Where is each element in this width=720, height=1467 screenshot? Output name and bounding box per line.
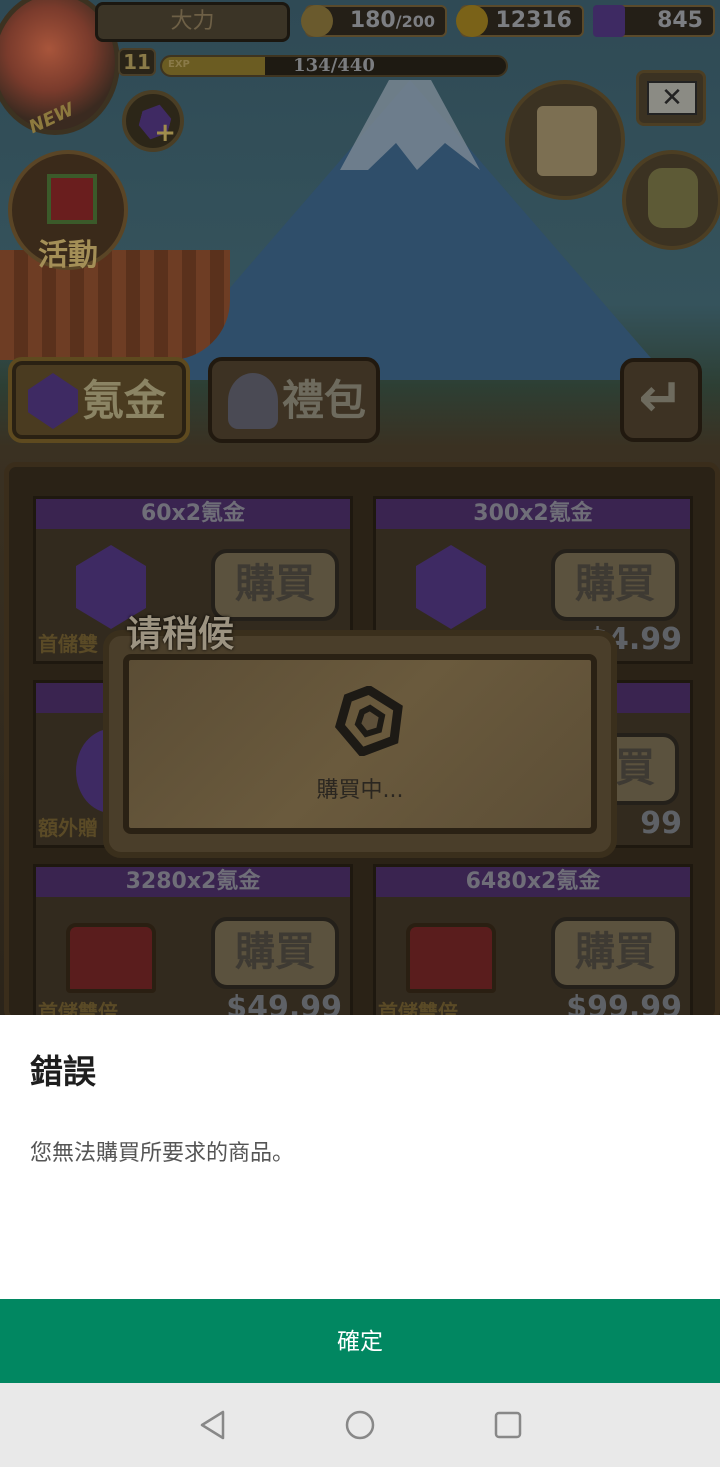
gem-value: 845 xyxy=(657,8,703,33)
wait-dialog-message: 購買中... xyxy=(316,778,404,803)
event-label: 活動 xyxy=(38,238,98,273)
buy-button[interactable]: 購買 xyxy=(551,917,679,989)
card-price: 99 xyxy=(640,806,682,841)
error-title: 錯誤 xyxy=(30,1052,96,1091)
card-price: $49.99 xyxy=(226,990,342,1015)
system-navbar xyxy=(0,1383,720,1467)
back-triangle-icon[interactable] xyxy=(197,1409,229,1441)
wait-dialog-body: 購買中... xyxy=(123,654,597,834)
error-sheet: 錯誤 您無法購買所要求的商品。 確定 xyxy=(0,1015,720,1383)
gold-value: 12316 xyxy=(495,8,572,33)
bag-button[interactable] xyxy=(622,150,720,250)
quest-scroll-button[interactable] xyxy=(505,80,625,200)
gem-icon xyxy=(593,5,625,37)
mail-button[interactable]: ✕ xyxy=(636,70,706,126)
gem-icon xyxy=(28,373,78,429)
tab-gems-label: 氪金 xyxy=(82,376,167,425)
tab-packs[interactable]: 禮包 xyxy=(208,357,380,443)
wait-dialog: 購買中... xyxy=(103,630,617,858)
shop-card: 6480x2氪金 購買 $99.99 首儲雙倍 xyxy=(373,864,693,1015)
gem-pile-icon xyxy=(406,545,496,635)
buy-button[interactable]: 購買 xyxy=(551,549,679,621)
game-screen: NEW 大力 180/200 12316 845 11 EXP 134/440 … xyxy=(0,0,720,1015)
exp-bar: EXP 134/440 xyxy=(160,55,508,77)
gold-coin-icon xyxy=(456,5,488,37)
card-bonus: 首儲雙倍 xyxy=(38,1000,118,1015)
exp-text: 134/440 xyxy=(293,55,375,76)
buy-gems-button[interactable]: + xyxy=(122,90,184,152)
player-level: 11 xyxy=(118,48,156,76)
gift-icon xyxy=(47,174,97,224)
buy-button[interactable]: 購買 xyxy=(211,917,339,989)
gift-bag-icon xyxy=(228,373,278,429)
player-name: 大力 xyxy=(95,2,290,42)
gem-counter: 845 xyxy=(593,5,715,37)
gold-counter: 12316 xyxy=(456,5,584,37)
card-bonus: 首儲雙倍 xyxy=(378,1000,458,1015)
loading-spinner-icon xyxy=(335,686,403,756)
bread-icon xyxy=(301,5,333,37)
tab-packs-label: 禮包 xyxy=(282,376,367,425)
card-title: 60x2氪金 xyxy=(36,499,350,529)
stamina-max: /200 xyxy=(395,12,435,31)
card-title: 6480x2氪金 xyxy=(376,867,690,897)
shop-card: 3280x2氪金 購買 $49.99 首儲雙倍 xyxy=(33,864,353,1015)
recents-square-icon[interactable] xyxy=(492,1409,524,1441)
treasure-chest-icon xyxy=(406,913,496,1003)
stamina-counter: 180/200 xyxy=(301,5,447,37)
card-title: 3280x2氪金 xyxy=(36,867,350,897)
treasure-chest-icon xyxy=(66,913,156,1003)
ok-button[interactable]: 確定 xyxy=(0,1299,720,1383)
event-button[interactable]: 活動 xyxy=(8,150,128,273)
mail-icon: ✕ xyxy=(647,81,697,115)
card-bonus: 首儲雙 xyxy=(38,632,98,656)
card-bonus: 額外贈 xyxy=(38,816,98,840)
back-arrow-icon[interactable]: ↵ xyxy=(620,358,702,442)
card-title: 300x2氪金 xyxy=(376,499,690,529)
card-price: $99.99 xyxy=(566,990,682,1015)
plus-icon: + xyxy=(154,118,176,148)
tab-gems[interactable]: 氪金 xyxy=(8,357,190,443)
error-message: 您無法購買所要求的商品。 xyxy=(30,1141,295,1166)
wait-dialog-title: 请稍候 xyxy=(126,613,235,655)
home-circle-icon[interactable] xyxy=(344,1409,376,1441)
stamina-current: 180 xyxy=(349,8,396,33)
